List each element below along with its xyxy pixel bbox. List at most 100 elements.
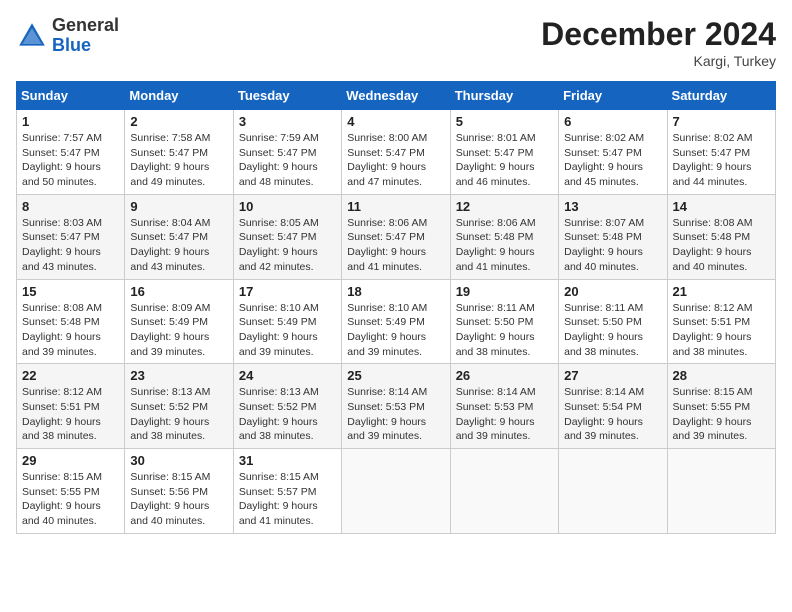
logo: General Blue bbox=[16, 16, 119, 56]
day-detail: Sunrise: 8:15 AMSunset: 5:55 PMDaylight:… bbox=[673, 386, 753, 442]
day-number: 20 bbox=[564, 284, 661, 299]
calendar-week-4: 22 Sunrise: 8:12 AMSunset: 5:51 PMDayligh… bbox=[17, 364, 776, 449]
day-number: 14 bbox=[673, 199, 770, 214]
day-number: 8 bbox=[22, 199, 119, 214]
logo-general: General bbox=[52, 15, 119, 35]
day-number: 31 bbox=[239, 453, 336, 468]
day-number: 13 bbox=[564, 199, 661, 214]
day-number: 12 bbox=[456, 199, 553, 214]
calendar-cell: 21 Sunrise: 8:12 AMSunset: 5:51 PMDayligh… bbox=[667, 279, 775, 364]
day-detail: Sunrise: 8:10 AMSunset: 5:49 PMDaylight:… bbox=[239, 302, 319, 358]
day-number: 29 bbox=[22, 453, 119, 468]
day-number: 18 bbox=[347, 284, 444, 299]
day-number: 4 bbox=[347, 114, 444, 129]
day-detail: Sunrise: 8:02 AMSunset: 5:47 PMDaylight:… bbox=[673, 132, 753, 188]
calendar-cell: 17 Sunrise: 8:10 AMSunset: 5:49 PMDayligh… bbox=[233, 279, 341, 364]
day-header-saturday: Saturday bbox=[667, 82, 775, 110]
calendar-cell: 15 Sunrise: 8:08 AMSunset: 5:48 PMDayligh… bbox=[17, 279, 125, 364]
day-number: 17 bbox=[239, 284, 336, 299]
day-number: 19 bbox=[456, 284, 553, 299]
calendar-cell: 9Sunrise: 8:04 AMSunset: 5:47 PMDaylight… bbox=[125, 194, 233, 279]
day-number: 3 bbox=[239, 114, 336, 129]
month-title: December 2024 bbox=[541, 16, 776, 53]
day-detail: Sunrise: 8:06 AMSunset: 5:48 PMDaylight:… bbox=[456, 217, 536, 273]
day-number: 22 bbox=[22, 368, 119, 383]
day-detail: Sunrise: 8:08 AMSunset: 5:48 PMDaylight:… bbox=[673, 217, 753, 273]
day-number: 9 bbox=[130, 199, 227, 214]
day-number: 6 bbox=[564, 114, 661, 129]
calendar-cell: 23 Sunrise: 8:13 AMSunset: 5:52 PMDayligh… bbox=[125, 364, 233, 449]
day-detail: Sunrise: 8:13 AMSunset: 5:52 PMDaylight:… bbox=[130, 386, 210, 442]
calendar-header: SundayMondayTuesdayWednesdayThursdayFrid… bbox=[17, 82, 776, 110]
day-detail: Sunrise: 8:14 AMSunset: 5:54 PMDaylight:… bbox=[564, 386, 644, 442]
day-detail: Sunrise: 8:14 AMSunset: 5:53 PMDaylight:… bbox=[347, 386, 427, 442]
calendar-cell: 20 Sunrise: 8:11 AMSunset: 5:50 PMDayligh… bbox=[559, 279, 667, 364]
day-detail: Sunrise: 8:08 AMSunset: 5:48 PMDaylight:… bbox=[22, 302, 102, 358]
calendar-week-1: 1Sunrise: 7:57 AMSunset: 5:47 PMDaylight… bbox=[17, 110, 776, 195]
day-number: 1 bbox=[22, 114, 119, 129]
calendar-cell bbox=[342, 449, 450, 534]
day-detail: Sunrise: 8:01 AMSunset: 5:47 PMDaylight:… bbox=[456, 132, 536, 188]
calendar-cell: 29 Sunrise: 8:15 AMSunset: 5:55 PMDayligh… bbox=[17, 449, 125, 534]
day-number: 11 bbox=[347, 199, 444, 214]
day-header-friday: Friday bbox=[559, 82, 667, 110]
day-number: 24 bbox=[239, 368, 336, 383]
calendar-cell: 26 Sunrise: 8:14 AMSunset: 5:53 PMDayligh… bbox=[450, 364, 558, 449]
day-detail: Sunrise: 7:58 AMSunset: 5:47 PMDaylight:… bbox=[130, 132, 210, 188]
day-detail: Sunrise: 8:10 AMSunset: 5:49 PMDaylight:… bbox=[347, 302, 427, 358]
calendar-cell: 27 Sunrise: 8:14 AMSunset: 5:54 PMDayligh… bbox=[559, 364, 667, 449]
day-number: 25 bbox=[347, 368, 444, 383]
day-header-sunday: Sunday bbox=[17, 82, 125, 110]
day-number: 21 bbox=[673, 284, 770, 299]
calendar-week-2: 8 Sunrise: 8:03 AMSunset: 5:47 PMDaylight… bbox=[17, 194, 776, 279]
day-detail: Sunrise: 8:13 AMSunset: 5:52 PMDaylight:… bbox=[239, 386, 319, 442]
day-detail: Sunrise: 8:06 AMSunset: 5:47 PMDaylight:… bbox=[347, 217, 427, 273]
calendar-cell: 30Sunrise: 8:15 AMSunset: 5:56 PMDayligh… bbox=[125, 449, 233, 534]
logo-icon bbox=[16, 20, 48, 52]
page-header: General Blue December 2024 Kargi, Turkey bbox=[16, 16, 776, 69]
day-detail: Sunrise: 8:11 AMSunset: 5:50 PMDaylight:… bbox=[564, 302, 643, 358]
calendar-cell: 31 Sunrise: 8:15 AMSunset: 5:57 PMDayligh… bbox=[233, 449, 341, 534]
calendar-cell: 25 Sunrise: 8:14 AMSunset: 5:53 PMDayligh… bbox=[342, 364, 450, 449]
calendar-week-3: 15 Sunrise: 8:08 AMSunset: 5:48 PMDayligh… bbox=[17, 279, 776, 364]
title-block: December 2024 Kargi, Turkey bbox=[541, 16, 776, 69]
day-detail: Sunrise: 8:05 AMSunset: 5:47 PMDaylight:… bbox=[239, 217, 319, 273]
calendar-cell: 22 Sunrise: 8:12 AMSunset: 5:51 PMDayligh… bbox=[17, 364, 125, 449]
logo-blue: Blue bbox=[52, 35, 91, 55]
calendar-cell: 24 Sunrise: 8:13 AMSunset: 5:52 PMDayligh… bbox=[233, 364, 341, 449]
calendar-cell: 6Sunrise: 8:02 AMSunset: 5:47 PMDaylight… bbox=[559, 110, 667, 195]
day-detail: Sunrise: 8:00 AMSunset: 5:47 PMDaylight:… bbox=[347, 132, 427, 188]
calendar-cell: 8 Sunrise: 8:03 AMSunset: 5:47 PMDaylight… bbox=[17, 194, 125, 279]
day-number: 10 bbox=[239, 199, 336, 214]
calendar-body: 1Sunrise: 7:57 AMSunset: 5:47 PMDaylight… bbox=[17, 110, 776, 534]
day-number: 28 bbox=[673, 368, 770, 383]
day-detail: Sunrise: 8:07 AMSunset: 5:48 PMDaylight:… bbox=[564, 217, 644, 273]
day-number: 15 bbox=[22, 284, 119, 299]
day-detail: Sunrise: 7:59 AMSunset: 5:47 PMDaylight:… bbox=[239, 132, 319, 188]
day-number: 7 bbox=[673, 114, 770, 129]
day-number: 26 bbox=[456, 368, 553, 383]
calendar-cell bbox=[450, 449, 558, 534]
day-detail: Sunrise: 8:15 AMSunset: 5:57 PMDaylight:… bbox=[239, 471, 319, 527]
calendar-cell: 14 Sunrise: 8:08 AMSunset: 5:48 PMDayligh… bbox=[667, 194, 775, 279]
day-number: 23 bbox=[130, 368, 227, 383]
day-number: 27 bbox=[564, 368, 661, 383]
calendar-cell: 4 Sunrise: 8:00 AMSunset: 5:47 PMDaylight… bbox=[342, 110, 450, 195]
calendar-cell: 5Sunrise: 8:01 AMSunset: 5:47 PMDaylight… bbox=[450, 110, 558, 195]
day-detail: Sunrise: 8:12 AMSunset: 5:51 PMDaylight:… bbox=[22, 386, 102, 442]
day-detail: Sunrise: 8:12 AMSunset: 5:51 PMDaylight:… bbox=[673, 302, 753, 358]
calendar-cell bbox=[667, 449, 775, 534]
day-detail: Sunrise: 8:14 AMSunset: 5:53 PMDaylight:… bbox=[456, 386, 536, 442]
day-header-wednesday: Wednesday bbox=[342, 82, 450, 110]
day-detail: Sunrise: 8:03 AMSunset: 5:47 PMDaylight:… bbox=[22, 217, 102, 273]
calendar-cell: 13 Sunrise: 8:07 AMSunset: 5:48 PMDayligh… bbox=[559, 194, 667, 279]
calendar-cell: 7 Sunrise: 8:02 AMSunset: 5:47 PMDaylight… bbox=[667, 110, 775, 195]
calendar-table: SundayMondayTuesdayWednesdayThursdayFrid… bbox=[16, 81, 776, 534]
calendar-cell: 11 Sunrise: 8:06 AMSunset: 5:47 PMDayligh… bbox=[342, 194, 450, 279]
day-detail: Sunrise: 8:15 AMSunset: 5:55 PMDaylight:… bbox=[22, 471, 102, 527]
calendar-cell: 12 Sunrise: 8:06 AMSunset: 5:48 PMDayligh… bbox=[450, 194, 558, 279]
day-header-tuesday: Tuesday bbox=[233, 82, 341, 110]
day-number: 16 bbox=[130, 284, 227, 299]
calendar-cell: 19Sunrise: 8:11 AMSunset: 5:50 PMDayligh… bbox=[450, 279, 558, 364]
day-number: 2 bbox=[130, 114, 227, 129]
